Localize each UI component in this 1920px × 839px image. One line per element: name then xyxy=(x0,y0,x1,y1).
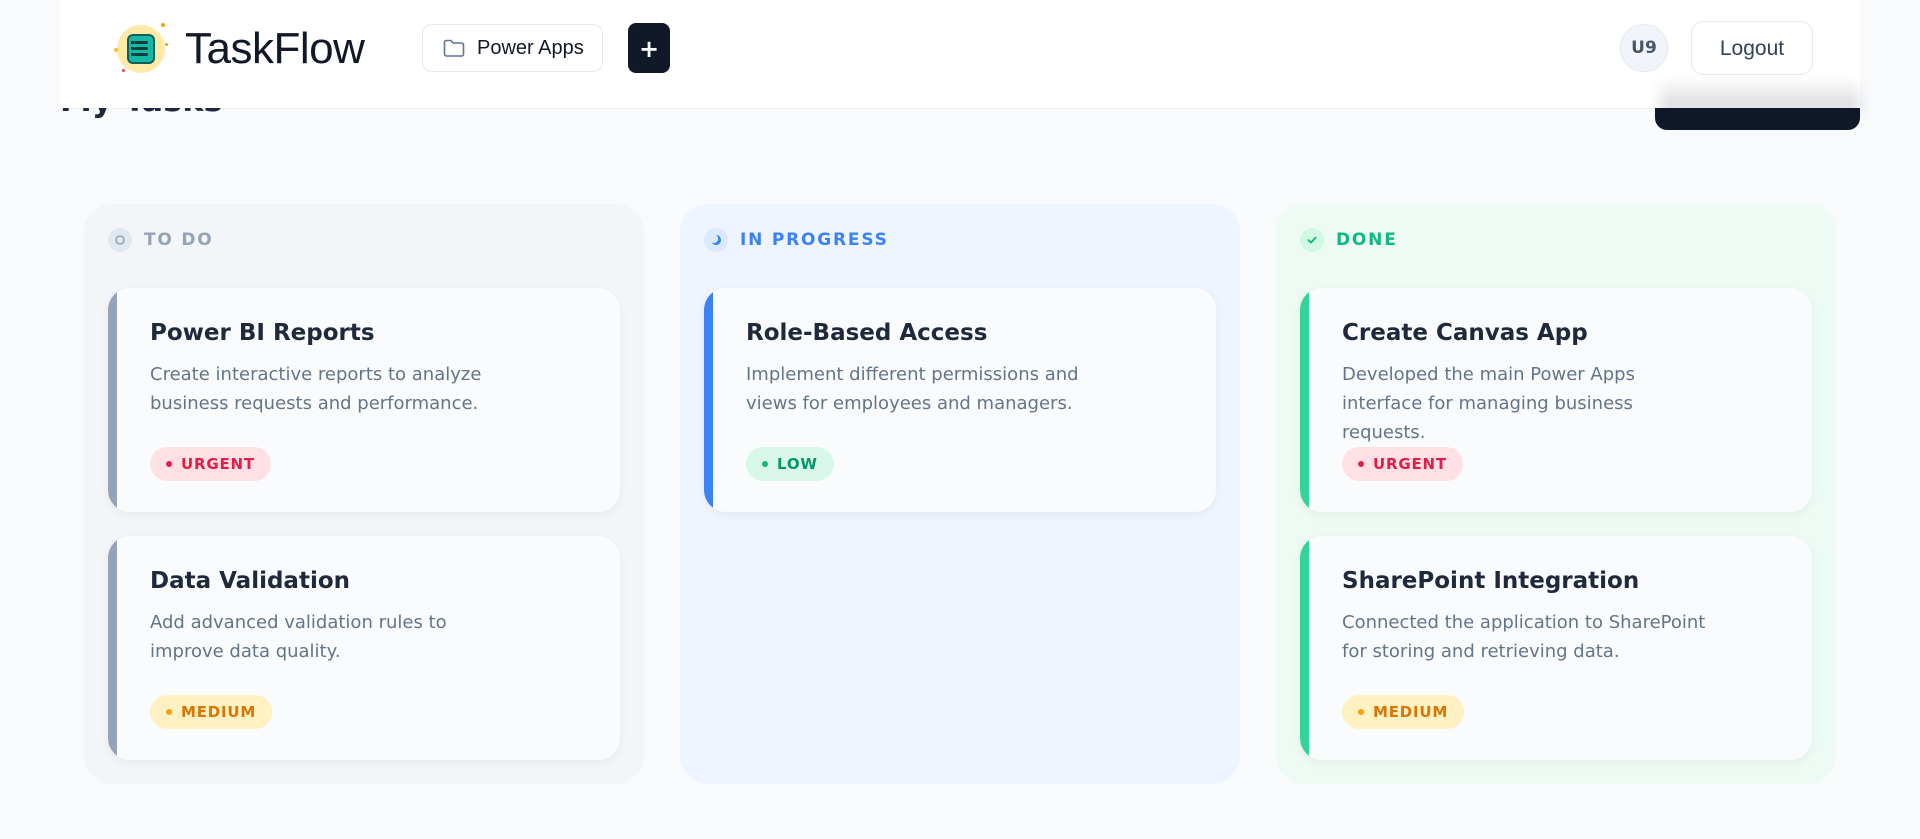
column-done: DONE Create Canvas App Developed the mai… xyxy=(1276,204,1836,784)
task-card[interactable]: Create Canvas App Developed the main Pow… xyxy=(1300,288,1812,512)
column-todo: TO DO Power BI Reports Create interactiv… xyxy=(84,204,644,784)
column-title: DONE xyxy=(1336,230,1398,250)
half-moon-icon xyxy=(704,228,728,252)
header-shadow xyxy=(1660,78,1860,112)
priority-badge: LOW xyxy=(746,447,834,481)
folder-icon xyxy=(443,39,465,57)
card-description: Implement different permissions and view… xyxy=(746,364,1079,414)
task-card[interactable]: SharePoint Integration Connected the app… xyxy=(1300,536,1812,760)
card-description: Create interactive reports to analyze bu… xyxy=(150,364,482,414)
card-description: Developed the main Power Apps interface … xyxy=(1342,364,1635,443)
project-label: Power Apps xyxy=(477,36,584,59)
task-card[interactable]: Role-Based Access Implement different pe… xyxy=(704,288,1216,512)
column-in-progress: IN PROGRESS Role-Based Access Implement … xyxy=(680,204,1240,784)
column-title: TO DO xyxy=(144,230,214,250)
card-title: Data Validation xyxy=(150,568,351,594)
task-board-icon xyxy=(113,21,169,77)
priority-badge: URGENT xyxy=(1342,447,1463,481)
card-description: Connected the application to SharePoint … xyxy=(1342,612,1706,662)
card-title: Create Canvas App xyxy=(1342,320,1588,346)
priority-badge: MEDIUM xyxy=(1342,695,1465,729)
project-selector[interactable]: Power Apps xyxy=(422,24,603,72)
circle-icon xyxy=(108,228,132,252)
column-title: IN PROGRESS xyxy=(740,230,889,250)
avatar[interactable]: U9 xyxy=(1620,24,1668,72)
app-header: TaskFlow Power Apps + U9 Logout xyxy=(60,0,1860,112)
add-project-button[interactable]: + xyxy=(628,23,670,73)
task-card[interactable]: Power BI Reports Create interactive repo… xyxy=(108,288,620,512)
check-icon xyxy=(1300,228,1324,252)
brand-name: TaskFlow xyxy=(185,24,365,73)
logout-button[interactable]: Logout xyxy=(1691,21,1813,75)
card-title: Role-Based Access xyxy=(746,320,988,346)
card-title: Power BI Reports xyxy=(150,320,375,346)
priority-badge: MEDIUM xyxy=(150,695,273,729)
card-description: Add advanced validation rules to improve… xyxy=(150,612,447,662)
task-card[interactable]: Data Validation Add advanced validation … xyxy=(108,536,620,760)
priority-badge: URGENT xyxy=(150,447,271,481)
card-title: SharePoint Integration xyxy=(1342,568,1640,594)
